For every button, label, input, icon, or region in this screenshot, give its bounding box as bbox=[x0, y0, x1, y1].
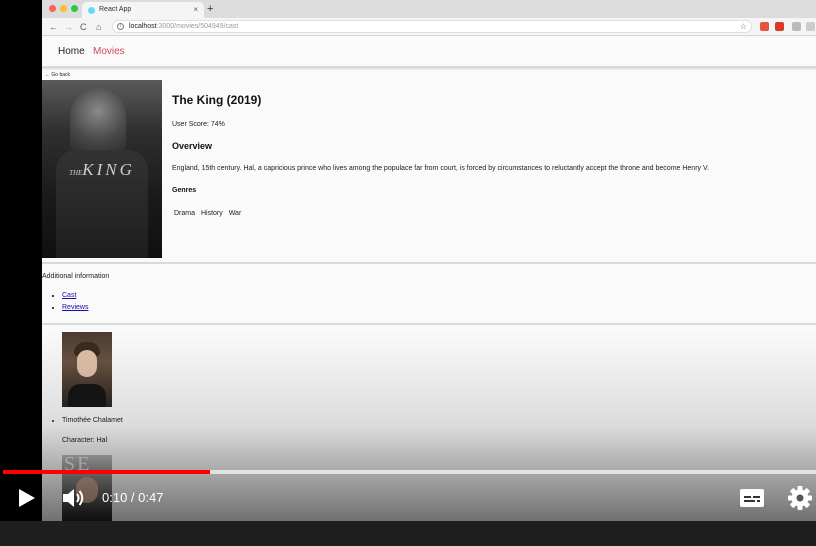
play-icon bbox=[19, 489, 35, 507]
cast-list: Timothée Chalamet bbox=[54, 417, 123, 424]
poster-title: THEKING bbox=[69, 160, 135, 179]
extension-icon[interactable] bbox=[760, 22, 769, 31]
nav-home-link[interactable]: Home bbox=[58, 46, 85, 57]
info-icon[interactable]: i bbox=[117, 23, 124, 30]
genre-item: War bbox=[228, 210, 242, 217]
react-icon bbox=[88, 7, 95, 14]
captions-icon bbox=[740, 489, 764, 507]
captions-button[interactable] bbox=[738, 486, 766, 510]
extension-icon[interactable] bbox=[806, 22, 815, 31]
address-bar[interactable]: i localhost:3000/movies/504949/cast ☆ bbox=[112, 20, 752, 33]
list-item: Reviews bbox=[62, 304, 88, 311]
cast-character: Character: Hal bbox=[62, 437, 108, 444]
divider bbox=[42, 323, 816, 325]
url-path: :3000/movies/504949/cast bbox=[156, 23, 239, 30]
browser-tab[interactable]: React App × bbox=[82, 2, 204, 18]
poster-figure-head bbox=[70, 88, 126, 154]
extension-icon[interactable] bbox=[775, 22, 784, 31]
cast-link[interactable]: Cast bbox=[62, 292, 76, 299]
play-button[interactable] bbox=[12, 484, 40, 512]
photo-face bbox=[77, 350, 97, 377]
reviews-link[interactable]: Reviews bbox=[62, 304, 88, 311]
gear-icon bbox=[788, 486, 812, 510]
maximize-window-button[interactable] bbox=[71, 5, 78, 12]
volume-icon bbox=[63, 489, 84, 507]
list-item: Cast bbox=[62, 292, 88, 299]
genres-heading: Genres bbox=[172, 187, 197, 194]
tab-title: React App bbox=[99, 6, 132, 13]
browser-toolbar: ← → C ⌂ i localhost:3000/movies/504949/c… bbox=[42, 18, 816, 36]
nav-movies-link[interactable]: Movies bbox=[93, 46, 125, 57]
divider bbox=[42, 262, 816, 264]
genre-item: Drama bbox=[174, 210, 196, 217]
browser-window: React App × + ← → C ⌂ i localhost:3000/m… bbox=[42, 0, 816, 521]
reload-button[interactable]: C bbox=[80, 20, 87, 34]
forward-button[interactable]: → bbox=[64, 20, 73, 34]
extension-icon[interactable] bbox=[792, 22, 801, 31]
user-score: User Score: 74% bbox=[172, 121, 225, 128]
additional-info-list: Cast Reviews bbox=[54, 292, 88, 316]
time-display: 0:10 / 0:47 bbox=[102, 490, 164, 505]
go-back-button[interactable]: ← Go back bbox=[45, 72, 70, 78]
close-window-button[interactable] bbox=[49, 5, 56, 12]
photo-suit bbox=[68, 384, 106, 407]
cast-photo bbox=[62, 332, 112, 407]
genre-item: History bbox=[200, 210, 223, 217]
movie-poster: THEKING bbox=[42, 80, 162, 258]
web-page: Home Movies ← Go back THEKING The King (… bbox=[42, 37, 816, 521]
url-host: localhost bbox=[129, 23, 157, 30]
site-header: Home Movies bbox=[42, 37, 816, 68]
volume-button[interactable] bbox=[60, 485, 86, 511]
tab-bar: React App × + bbox=[42, 0, 816, 18]
additional-info-heading: Additional information bbox=[42, 273, 110, 280]
cast-name: Timothée Chalamet bbox=[62, 417, 123, 424]
player-bottom-bar bbox=[0, 521, 816, 546]
new-tab-button[interactable]: + bbox=[207, 2, 213, 16]
movie-title: The King (2019) bbox=[172, 93, 262, 107]
overview-heading: Overview bbox=[172, 141, 213, 151]
genres-list: Drama History War bbox=[174, 210, 245, 217]
settings-button[interactable] bbox=[786, 484, 814, 512]
back-button[interactable]: ← bbox=[49, 20, 58, 34]
progress-bar[interactable] bbox=[3, 470, 816, 474]
progress-played bbox=[3, 470, 211, 474]
video-frame: React App × + ← → C ⌂ i localhost:3000/m… bbox=[0, 0, 816, 546]
minimize-window-button[interactable] bbox=[60, 5, 67, 12]
overview-text: England, 15th century. Hal, a capricious… bbox=[172, 165, 709, 172]
home-button[interactable]: ⌂ bbox=[96, 20, 101, 34]
tab-close-icon[interactable]: × bbox=[193, 2, 198, 18]
bookmark-star-icon[interactable]: ☆ bbox=[740, 21, 747, 32]
